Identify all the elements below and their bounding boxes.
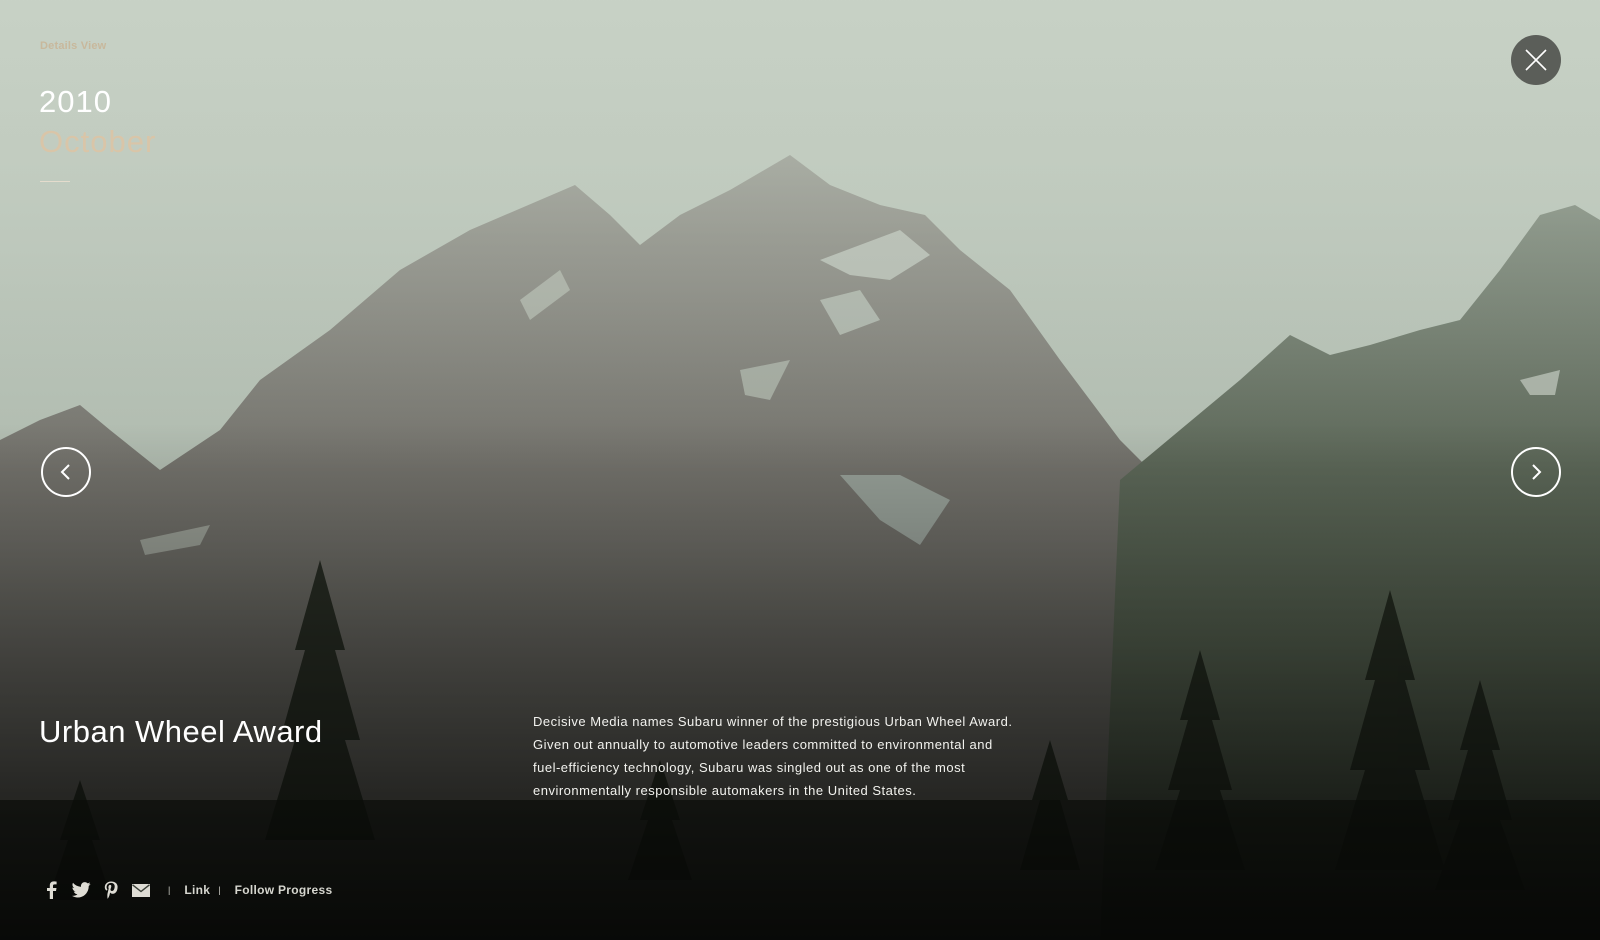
details-view-label: Details View — [40, 40, 107, 52]
chevron-right-icon — [1532, 464, 1542, 480]
heading-divider — [40, 181, 70, 182]
next-button[interactable] — [1511, 447, 1561, 497]
month-heading: October — [39, 124, 157, 159]
description-line: fuel-efficiency technology, Subaru was s… — [533, 760, 966, 775]
award-description: Decisive Media names Subaru winner of th… — [533, 710, 1043, 802]
details-view: Details View 2010 October Urban Wheel Aw… — [0, 0, 1600, 940]
email-icon[interactable] — [130, 879, 152, 901]
description-line: Decisive Media names Subaru winner of th… — [533, 714, 1013, 729]
award-title: Urban Wheel Award — [39, 714, 323, 749]
share-separator: | — [168, 885, 171, 895]
close-button[interactable] — [1511, 35, 1561, 85]
facebook-icon[interactable] — [40, 879, 62, 901]
description-line: Given out annually to automotive leaders… — [533, 737, 993, 752]
year-heading: 2010 — [39, 84, 112, 119]
link-button[interactable]: Link — [184, 883, 210, 897]
share-bar: | Link | Follow Progress — [40, 878, 332, 902]
pinterest-icon[interactable] — [100, 879, 122, 901]
twitter-icon[interactable] — [70, 879, 92, 901]
follow-progress-link[interactable]: Follow Progress — [235, 883, 333, 897]
previous-button[interactable] — [41, 447, 91, 497]
close-icon — [1525, 49, 1547, 71]
description-line: environmentally responsible automakers i… — [533, 783, 917, 798]
chevron-left-icon — [60, 464, 70, 480]
share-separator: | — [218, 885, 221, 895]
